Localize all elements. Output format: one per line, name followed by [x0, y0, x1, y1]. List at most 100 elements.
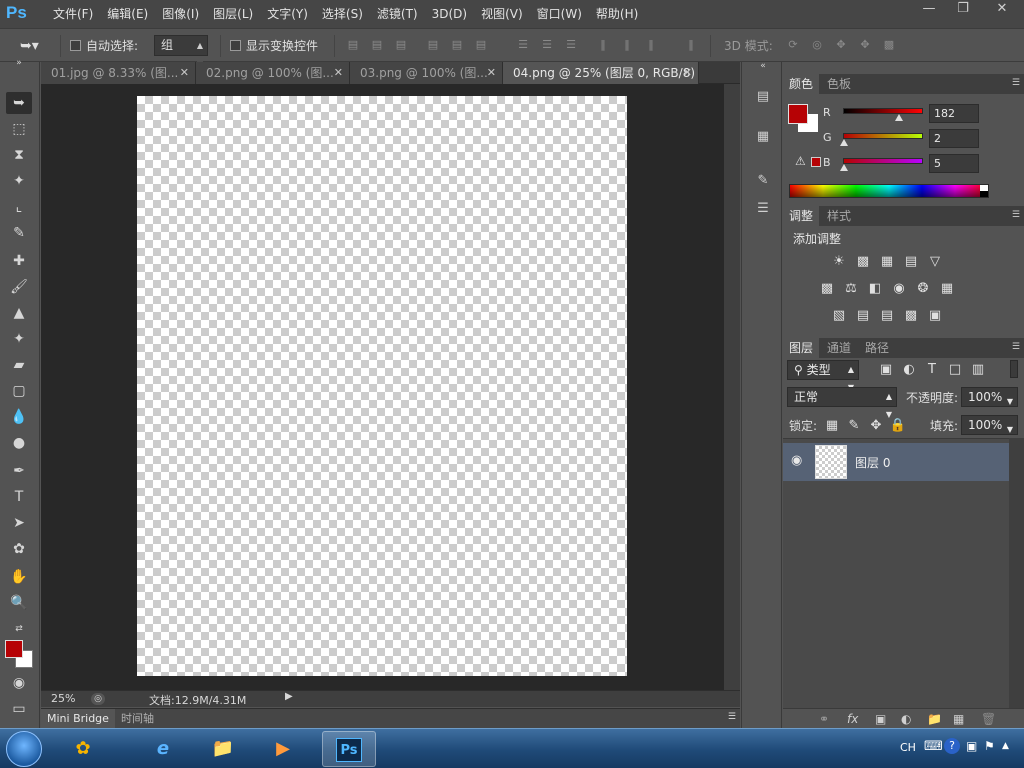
crop-tool-icon[interactable]: ⌞ — [6, 196, 32, 218]
status-menu-arrow-icon[interactable]: ▶ — [285, 691, 293, 702]
selective-color-icon[interactable]: ▩ — [902, 308, 920, 324]
layer-name[interactable]: 图层 0 — [855, 454, 890, 471]
brightness-contrast-icon[interactable]: ☀ — [830, 254, 848, 270]
swap-colors-icon[interactable]: ⇄ — [6, 618, 32, 640]
lock-transparent-icon[interactable]: ▦ — [823, 418, 841, 434]
restore-button[interactable]: ❐ — [946, 0, 980, 20]
vertical-scrollbar[interactable] — [724, 84, 740, 690]
move-tool-icon[interactable]: ➥ — [6, 92, 32, 114]
blue-slider-thumb[interactable] — [840, 164, 848, 171]
dodge-tool-icon[interactable]: ● — [6, 432, 32, 454]
panel-menu-icon[interactable]: ☰ — [1012, 342, 1020, 352]
curves-icon[interactable]: ▦ — [878, 254, 896, 270]
menu-select[interactable]: 选择(S) — [315, 6, 370, 22]
tab-color[interactable]: 颜色 — [783, 74, 820, 94]
pen-tool-icon[interactable]: ✒ — [6, 460, 32, 482]
red-slider[interactable] — [843, 108, 923, 114]
blur-tool-icon[interactable]: 💧 — [6, 406, 32, 428]
tab-adjustments[interactable]: 调整 — [783, 206, 820, 226]
photo-filter-icon[interactable]: ◉ — [890, 281, 908, 297]
tab-swatches[interactable]: 色板 — [821, 74, 857, 94]
vibrance-icon[interactable]: ▽ — [926, 254, 944, 270]
3d-rotate-icon[interactable]: ⟳ — [786, 38, 800, 52]
photoshop-taskbar-button[interactable]: Ps — [322, 731, 376, 767]
color-lookup-icon[interactable]: ▦ — [938, 281, 956, 297]
menu-view[interactable]: 视图(V) — [474, 6, 530, 22]
filter-shape-icon[interactable]: □ — [946, 362, 964, 378]
channel-mixer-icon[interactable]: ❂ — [914, 281, 932, 297]
layer-row[interactable]: ◉ 图层 0 — [783, 443, 1009, 481]
auto-select-checkbox[interactable]: 自动选择: — [70, 38, 138, 54]
keyboard-icon[interactable]: ⌨ — [924, 739, 943, 754]
network-icon[interactable]: ▣ — [966, 739, 977, 753]
green-slider[interactable] — [843, 133, 923, 139]
align-vcenter-icon[interactable]: ▤ — [370, 38, 384, 52]
tab-mini-bridge[interactable]: Mini Bridge — [41, 709, 115, 729]
align-left-icon[interactable]: ▤ — [426, 38, 440, 52]
tool-preset-panel-icon[interactable]: ☰ — [752, 198, 774, 220]
clone-stamp-tool-icon[interactable]: ▲ — [6, 302, 32, 324]
fill-input[interactable]: 100% ▼ — [961, 415, 1018, 435]
distribute-left-icon[interactable]: ‖ — [596, 38, 610, 52]
menu-filter[interactable]: 滤镜(T) — [370, 6, 425, 22]
file-explorer-icon[interactable]: 📁 — [196, 731, 250, 767]
menu-window[interactable]: 窗口(W) — [530, 6, 589, 22]
path-select-tool-icon[interactable]: ➤ — [6, 512, 32, 534]
opacity-input[interactable]: 100% ▼ — [961, 387, 1018, 407]
move-tool-preset-icon[interactable]: ➥▾ — [20, 38, 39, 54]
black-white-icon[interactable]: ◧ — [866, 281, 884, 297]
align-right-icon[interactable]: ▤ — [474, 38, 488, 52]
red-value-input[interactable]: 182 — [929, 104, 979, 123]
lock-all-icon[interactable]: 🔒 — [889, 418, 907, 434]
green-slider-thumb[interactable] — [840, 139, 848, 146]
menu-edit[interactable]: 编辑(E) — [100, 6, 155, 22]
distribute-top-icon[interactable]: ☰ — [516, 38, 530, 52]
ime-indicator[interactable]: CH — [900, 741, 916, 754]
properties-panel-icon[interactable]: ▦ — [752, 126, 774, 148]
new-group-icon[interactable]: 📁 — [927, 712, 942, 726]
new-adjustment-layer-icon[interactable]: ◐ — [901, 712, 911, 726]
distribute-bottom-icon[interactable]: ☰ — [564, 38, 578, 52]
gamut-color-chip[interactable] — [811, 157, 821, 167]
zoom-tool-icon[interactable]: 🔍 — [6, 592, 32, 614]
filter-adjustment-icon[interactable]: ◐ — [900, 362, 918, 378]
menu-3d[interactable]: 3D(D) — [425, 6, 474, 22]
distribute-right-icon[interactable]: ‖ — [644, 38, 658, 52]
gamut-warning-icon[interactable]: ⚠ — [795, 154, 806, 168]
gradient-tool-icon[interactable]: ▢ — [6, 380, 32, 402]
close-tab-icon[interactable]: ✕ — [180, 62, 189, 84]
gradient-map-icon[interactable]: ▣ — [926, 308, 944, 324]
marquee-tool-icon[interactable]: ⬚ — [6, 118, 32, 140]
color-panel-foreground-swatch[interactable] — [788, 104, 808, 124]
filter-smart-object-icon[interactable]: ▥ — [969, 362, 987, 378]
internet-explorer-icon[interactable]: e — [136, 731, 190, 767]
green-value-input[interactable]: 2 — [929, 129, 979, 148]
add-mask-icon[interactable]: ▣ — [875, 712, 886, 726]
foreground-color-swatch[interactable] — [5, 640, 23, 658]
align-top-icon[interactable]: ▤ — [346, 38, 360, 52]
tab-layers[interactable]: 图层 — [783, 338, 820, 358]
collapse-arrows-icon[interactable]: « — [752, 60, 774, 72]
color-balance-icon[interactable]: ⚖ — [842, 281, 860, 297]
delete-layer-icon[interactable]: 🗑 — [981, 712, 996, 726]
levels-icon[interactable]: ▩ — [854, 254, 872, 270]
hand-tool-icon[interactable]: ✋ — [6, 566, 32, 588]
quick-mask-icon[interactable]: ◉ — [6, 672, 32, 694]
tab-document-02[interactable]: 02.png @ 100% (图... ✕ — [196, 62, 350, 84]
tray-expand-icon[interactable]: ▲ — [1002, 741, 1009, 751]
taskbar-app-icon[interactable]: ✿ — [56, 731, 110, 767]
close-tab-icon[interactable]: ✕ — [683, 62, 692, 84]
lock-position-icon[interactable]: ✥ — [867, 418, 885, 434]
brush-tool-icon[interactable]: 🖌 — [6, 276, 32, 298]
filter-toggle-switch[interactable] — [1010, 360, 1018, 378]
blue-value-input[interactable]: 5 — [929, 154, 979, 173]
tab-paths[interactable]: 路径 — [859, 338, 895, 358]
auto-select-dropdown[interactable]: 组 ▲▼ — [154, 35, 208, 69]
invert-icon[interactable]: ▧ — [830, 308, 848, 324]
eyedropper-tool-icon[interactable]: ✎ — [6, 222, 32, 244]
minimize-button[interactable]: — — [912, 0, 946, 20]
menu-image[interactable]: 图像(I) — [155, 6, 206, 22]
align-bottom-icon[interactable]: ▤ — [394, 38, 408, 52]
distribute-hcenter-icon[interactable]: ‖ — [620, 38, 634, 52]
panel-menu-icon[interactable]: ☰ — [1012, 210, 1020, 220]
